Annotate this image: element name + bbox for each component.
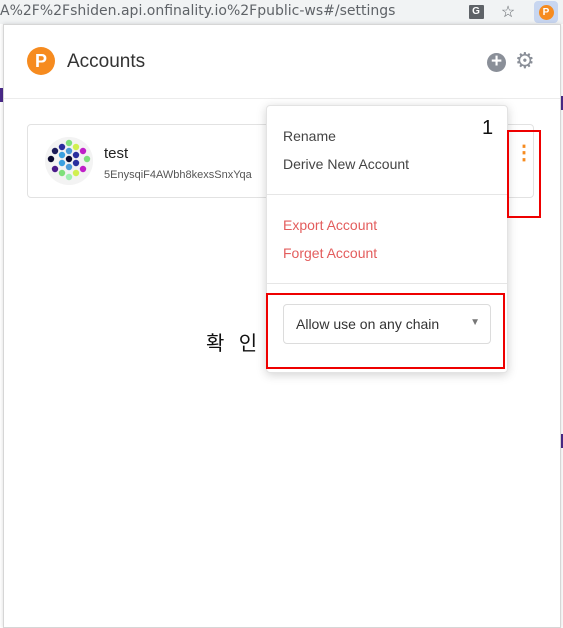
menu-divider bbox=[267, 194, 507, 195]
polkadot-logo-icon: P bbox=[27, 47, 55, 75]
address-bar[interactable]: A%2F%2Fshiden.api.onfinality.io%2Fpublic… bbox=[0, 3, 395, 19]
browser-toolbar: A%2F%2Fshiden.api.onfinality.io%2Fpublic… bbox=[0, 0, 563, 25]
settings-gear-icon[interactable]: ⚙ bbox=[515, 50, 535, 72]
account-address[interactable]: 5EnysqiF4AWbh8kexsSnxYqa bbox=[104, 169, 252, 181]
confirm-annotation-text: 확 인 bbox=[206, 331, 262, 355]
annotation-highlight-box bbox=[507, 130, 541, 218]
identicon-icon bbox=[45, 137, 93, 185]
menu-item-derive[interactable]: Derive New Account bbox=[283, 156, 409, 172]
step-number-annotation: 1 bbox=[482, 117, 494, 139]
extension-popup: P Accounts + ⚙ test 5EnysqiF4AWbh8kexsSn… bbox=[3, 24, 561, 628]
page-title: Accounts bbox=[67, 51, 146, 72]
translate-icon[interactable]: G bbox=[467, 3, 485, 21]
annotation-highlight-box bbox=[266, 293, 505, 369]
polkadot-extension-icon[interactable]: P bbox=[534, 1, 558, 23]
account-name: test bbox=[104, 145, 129, 162]
menu-item-forget[interactable]: Forget Account bbox=[283, 245, 377, 261]
add-account-icon[interactable]: + bbox=[487, 52, 506, 72]
menu-item-rename[interactable]: Rename bbox=[283, 128, 336, 144]
popup-header: P Accounts + ⚙ bbox=[4, 25, 560, 99]
menu-divider bbox=[267, 283, 507, 284]
bookmark-star-icon[interactable]: ☆ bbox=[499, 3, 517, 21]
menu-item-export[interactable]: Export Account bbox=[283, 217, 377, 233]
